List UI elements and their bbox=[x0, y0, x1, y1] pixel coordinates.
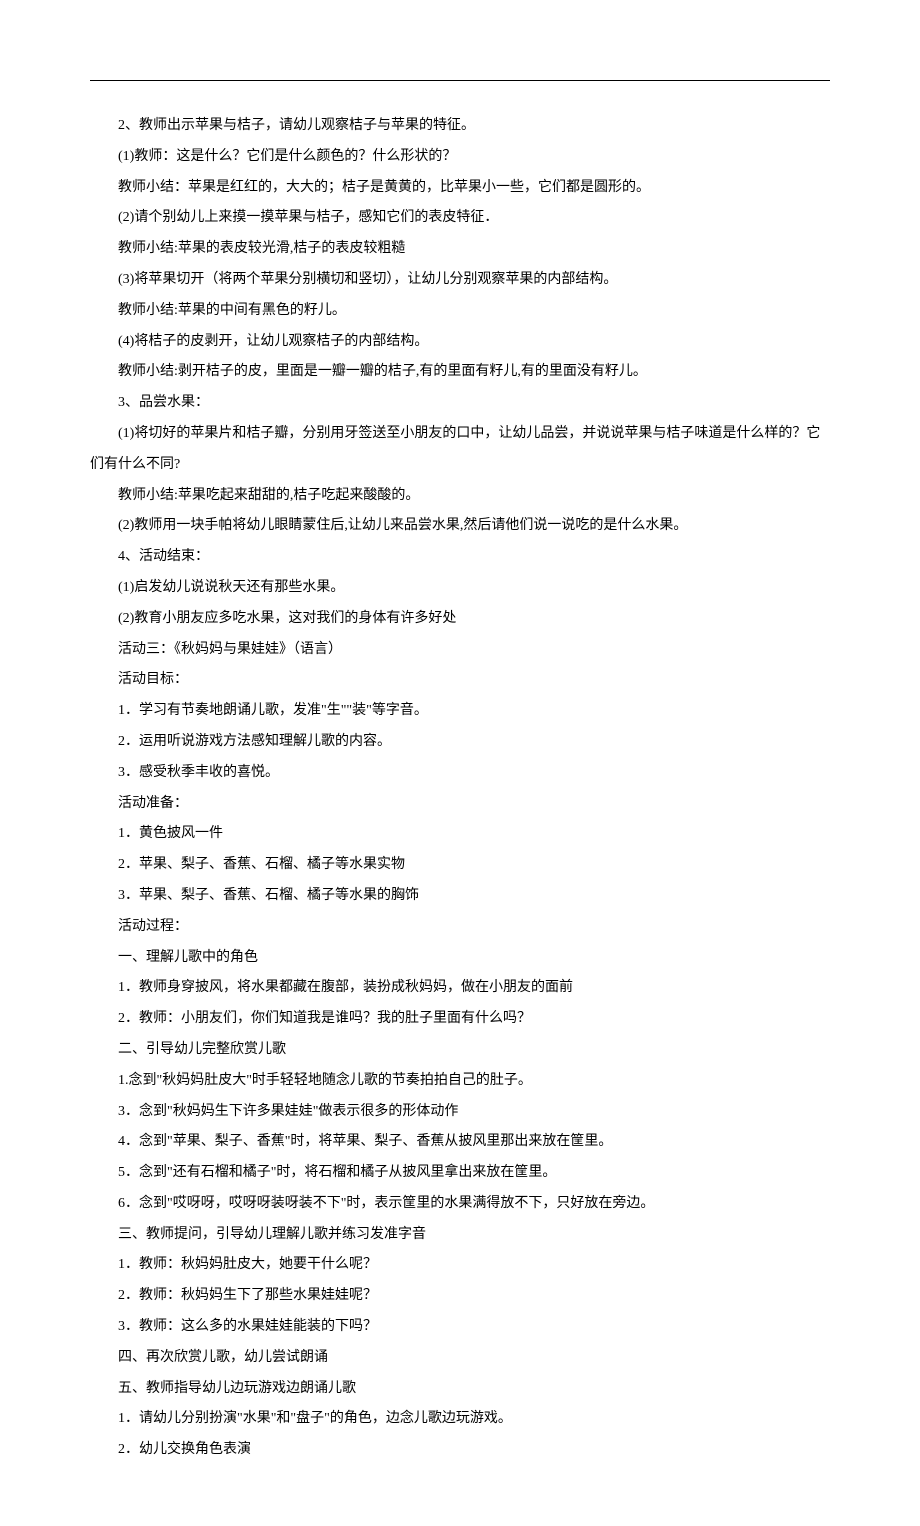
text-line: 6．念到"哎呀呀，哎呀呀装呀装不下"时，表示筐里的水果满得放不下，只好放在旁边。 bbox=[90, 1189, 830, 1220]
text-line: 教师小结:剥开桔子的皮，里面是一瓣一瓣的桔子,有的里面有籽儿,有的里面没有籽儿。 bbox=[90, 357, 830, 388]
top-rule bbox=[90, 80, 830, 81]
text-line: 活动准备： bbox=[90, 789, 830, 820]
text-line: (3)将苹果切开（将两个苹果分别横切和竖切），让幼儿分别观察苹果的内部结构。 bbox=[90, 265, 830, 296]
text-line: 4．念到"苹果、梨子、香蕉"时，将苹果、梨子、香蕉从披风里那出来放在筐里。 bbox=[90, 1127, 830, 1158]
body-text: 2、教师出示苹果与桔子，请幼儿观察桔子与苹果的特征。 (1)教师：这是什么？它们… bbox=[90, 111, 830, 1466]
text-line: 2．苹果、梨子、香蕉、石榴、橘子等水果实物 bbox=[90, 850, 830, 881]
text-line: 教师小结:苹果吃起来甜甜的,桔子吃起来酸酸的。 bbox=[90, 481, 830, 512]
text-line: 2．教师：小朋友们，你们知道我是谁吗？我的肚子里面有什么吗？ bbox=[90, 1004, 830, 1035]
text-line: 教师小结:苹果的表皮较光滑,桔子的表皮较粗糙 bbox=[90, 234, 830, 265]
text-line: 教师小结:苹果的中间有黑色的籽儿。 bbox=[90, 296, 830, 327]
text-line: (2)教师用一块手帕将幼儿眼睛蒙住后,让幼儿来品尝水果,然后请他们说一说吃的是什… bbox=[90, 511, 830, 542]
text-line: 2．幼儿交换角色表演 bbox=[90, 1435, 830, 1466]
text-line: (2)请个别幼儿上来摸一摸苹果与桔子，感知它们的表皮特征． bbox=[90, 203, 830, 234]
document-page: 2、教师出示苹果与桔子，请幼儿观察桔子与苹果的特征。 (1)教师：这是什么？它们… bbox=[0, 0, 920, 1526]
text-line: (4)将桔子的皮剥开，让幼儿观察桔子的内部结构。 bbox=[90, 327, 830, 358]
text-line: (1)教师：这是什么？它们是什么颜色的？什么形状的？ bbox=[90, 142, 830, 173]
text-line: (1)将切好的苹果片和桔子瓣，分别用牙签送至小朋友的口中，让幼儿品尝，并说说苹果… bbox=[90, 419, 830, 450]
text-line: 活动过程： bbox=[90, 912, 830, 943]
text-line: 教师小结：苹果是红红的，大大的；桔子是黄黄的，比苹果小一些，它们都是圆形的。 bbox=[90, 173, 830, 204]
text-line: 3．苹果、梨子、香蕉、石榴、橘子等水果的胸饰 bbox=[90, 881, 830, 912]
text-line: (2)教育小朋友应多吃水果，这对我们的身体有许多好处 bbox=[90, 604, 830, 635]
text-line: 1．请幼儿分别扮演"水果"和"盘子"的角色，边念儿歌边玩游戏。 bbox=[90, 1404, 830, 1435]
text-line: 5．念到"还有石榴和橘子"时，将石榴和橘子从披风里拿出来放在筐里。 bbox=[90, 1158, 830, 1189]
text-line: 一、理解儿歌中的角色 bbox=[90, 943, 830, 974]
text-line: 2．运用听说游戏方法感知理解儿歌的内容。 bbox=[90, 727, 830, 758]
text-line: 3．感受秋季丰收的喜悦。 bbox=[90, 758, 830, 789]
text-line: 1．教师：秋妈妈肚皮大，她要干什么呢？ bbox=[90, 1250, 830, 1281]
text-line: 二、引导幼儿完整欣赏儿歌 bbox=[90, 1035, 830, 1066]
text-line: 活动三：《秋妈妈与果娃娃》（语言） bbox=[90, 635, 830, 666]
text-line-overflow: 们有什么不同? bbox=[90, 450, 830, 481]
text-line: 三、教师提问，引导幼儿理解儿歌并练习发准字音 bbox=[90, 1220, 830, 1251]
text-line: 1.念到"秋妈妈肚皮大"时手轻轻地随念儿歌的节奏拍拍自己的肚子。 bbox=[90, 1066, 830, 1097]
text-line: 4、活动结束： bbox=[90, 542, 830, 573]
text-line: 1．教师身穿披风，将水果都藏在腹部，装扮成秋妈妈，做在小朋友的面前 bbox=[90, 973, 830, 1004]
text-line: 活动目标： bbox=[90, 665, 830, 696]
text-line: 1．学习有节奏地朗诵儿歌，发准"生""装"等字音。 bbox=[90, 696, 830, 727]
text-line: 五、教师指导幼儿边玩游戏边朗诵儿歌 bbox=[90, 1374, 830, 1405]
text-line: 2、教师出示苹果与桔子，请幼儿观察桔子与苹果的特征。 bbox=[90, 111, 830, 142]
text-line: 3．教师：这么多的水果娃娃能装的下吗？ bbox=[90, 1312, 830, 1343]
text-line: 2．教师：秋妈妈生下了那些水果娃娃呢？ bbox=[90, 1281, 830, 1312]
text-line: 3、品尝水果： bbox=[90, 388, 830, 419]
text-line: (1)启发幼儿说说秋天还有那些水果。 bbox=[90, 573, 830, 604]
text-line: 3．念到"秋妈妈生下许多果娃娃"做表示很多的形体动作 bbox=[90, 1097, 830, 1128]
text-line: 1．黄色披风一件 bbox=[90, 819, 830, 850]
text-line: 四、再次欣赏儿歌，幼儿尝试朗诵 bbox=[90, 1343, 830, 1374]
